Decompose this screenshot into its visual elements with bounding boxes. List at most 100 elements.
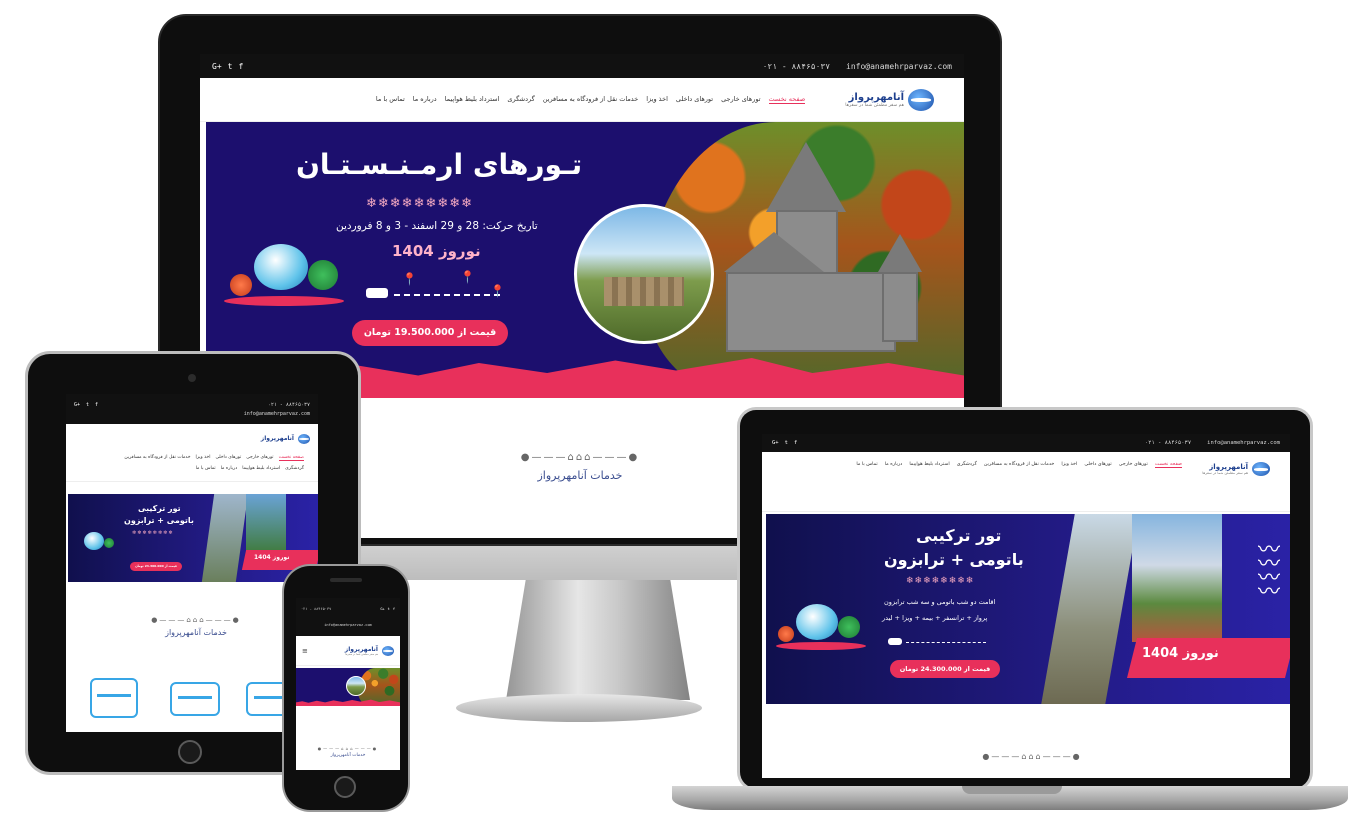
price-button[interactable]: قیمت از 24.300.000 تومان	[130, 562, 182, 571]
facebook-icon[interactable]: f	[794, 440, 797, 446]
map-pin-icon: 📍	[402, 272, 417, 286]
price-button[interactable]: قیمت از 24.300.000 تومان	[890, 660, 1000, 678]
services-title: خدمات آنامهرپرواز	[330, 753, 366, 758]
armenia-tour-banner-phone[interactable]	[296, 668, 400, 706]
mosque-photo	[1132, 514, 1222, 642]
nav-item-contact[interactable]: تماس با ما	[376, 95, 405, 104]
nav-item-visa[interactable]: اخذ ویزا	[646, 95, 668, 104]
nav-item-home[interactable]: صفحه نخست	[1154, 462, 1182, 468]
phone-topbar: ۰۲۱ - ۸۸۴۶۵۰۳۷ G+ t f info@anamehrparvaz…	[296, 598, 400, 636]
nav-item-domestic-tours[interactable]: تورهای داخلی	[676, 95, 713, 104]
imac-topbar: G+ t f ۰۲۱ - ۸۸۴۶۵۰۳۷ info@anamehrparvaz…	[200, 54, 964, 78]
email-address[interactable]: info@anamehrparvaz.com	[244, 411, 310, 417]
map-pin-icon: 📍	[460, 270, 475, 284]
logo-text: آنامهرپرواز	[1209, 463, 1248, 471]
main-nav: صفحه نخست تورهای خارجی تورهای داخلی اخذ …	[104, 455, 304, 471]
banner-title: تـورهای ارمـنـسـتـان	[296, 148, 583, 181]
site-logo[interactable]: آنامهرپرواز	[261, 433, 310, 444]
services-section: ●———⌂⌂⌂———● خدمات آنامهرپرواز	[116, 616, 276, 637]
nav-item-ticket-refund[interactable]: استرداد بلیط هواپیما	[242, 466, 280, 471]
price-button[interactable]: قیمت از 19.500.000 تومان	[352, 320, 508, 346]
google-plus-icon[interactable]: G+	[212, 62, 222, 71]
google-plus-icon[interactable]: G+	[74, 402, 80, 408]
phone-number[interactable]: ۰۲۱ - ۸۸۴۶۵۰۳۷	[301, 607, 331, 611]
tour-route-line	[394, 294, 500, 296]
services-section: ●———⌂⌂⌂———● خدمات آنامهرپرواز	[308, 746, 388, 758]
services-ornament: ●———⌂⌂⌂———●	[317, 746, 379, 751]
logo-tagline: هم سفر مطمئن شما در سفرها	[1202, 471, 1248, 475]
banner-detail-line2: پرواز + ترانسفر + بیمه + ویزا + لیدر	[882, 614, 988, 622]
logo-plane-icon	[1252, 462, 1270, 476]
phone-speaker	[330, 578, 362, 582]
wave-decoration: 〰〰〰〰	[1257, 538, 1280, 605]
nav-item-foreign-tours[interactable]: تورهای خارجی	[246, 455, 273, 461]
facebook-icon[interactable]: f	[238, 62, 243, 71]
services-ornament: ●———⌂⌂⌂———●	[520, 452, 640, 463]
nav-item-airport-transfer[interactable]: خدمات نقل از فرودگاه به مسافرین	[984, 462, 1055, 468]
nav-item-visa[interactable]: اخذ ویزا	[1061, 462, 1077, 468]
banner-detail-line1: اقامت دو شب باتومی و سه شب ترابزون	[884, 598, 996, 606]
menu-toggle-icon[interactable]: ≡	[302, 647, 308, 655]
phone-home-button[interactable]	[334, 776, 356, 798]
services-section: ●———⌂⌂⌂———● خدمات آنامهرپرواز	[450, 452, 710, 482]
logo-text: آنامهرپرواز	[848, 91, 904, 103]
site-logo[interactable]: آنامهرپرواز هم سفر مطمئن شما در سفرها	[845, 88, 934, 111]
nav-item-about[interactable]: درباره ما	[413, 95, 437, 104]
turkey-tour-banner-tablet[interactable]: نوروز 1404 تور ترکیبی باتومی + ترابزون ❄…	[68, 494, 318, 582]
nav-item-tourism[interactable]: گردشگری	[285, 466, 304, 471]
nav-item-ticket-refund[interactable]: استرداد بلیط هواپیما	[445, 95, 500, 104]
nav-item-contact[interactable]: تماس با ما	[196, 466, 216, 471]
haftsin-illustration	[776, 594, 866, 654]
responsive-devices-mockup: G+ t f ۰۲۱ - ۸۸۴۶۵۰۳۷ info@anamehrparvaz…	[0, 0, 1353, 813]
nav-item-contact[interactable]: تماس با ما	[856, 462, 877, 468]
nav-item-about[interactable]: درباره ما	[885, 462, 903, 468]
nav-item-airport-transfer[interactable]: خدمات نقل از فرودگاه به مسافرین	[124, 455, 190, 461]
nav-item-about[interactable]: درباره ما	[221, 466, 238, 471]
laptop-navbar: آنامهرپرواز هم سفر مطمئن شما در سفرها صف…	[762, 452, 1290, 512]
twitter-icon[interactable]: t	[388, 607, 390, 611]
nav-item-visa[interactable]: اخذ ویزا	[196, 455, 211, 461]
nav-item-domestic-tours[interactable]: تورهای داخلی	[216, 455, 242, 461]
nav-item-tourism[interactable]: گردشگری	[957, 462, 977, 468]
nav-item-airport-transfer[interactable]: خدمات نقل از فرودگاه به مسافرین	[543, 95, 639, 104]
nav-item-tourism[interactable]: گردشگری	[507, 95, 534, 104]
nav-item-domestic-tours[interactable]: تورهای داخلی	[1084, 462, 1111, 468]
facebook-icon[interactable]: f	[393, 607, 395, 611]
banner-dates: تاریخ حرکت: 28 و 29 اسفند - 3 و 8 فروردی…	[336, 220, 538, 232]
google-plus-icon[interactable]: G+	[380, 607, 384, 611]
nav-item-foreign-tours[interactable]: تورهای خارجی	[721, 95, 760, 104]
services-ornament: ●———⌂⌂⌂———●	[982, 752, 1082, 761]
twitter-icon[interactable]: t	[228, 62, 233, 71]
banner-flakes: ❄❄❄❄❄❄❄❄❄	[366, 196, 474, 211]
ticket-icon	[170, 682, 220, 716]
facebook-icon[interactable]: f	[95, 402, 98, 408]
twitter-icon[interactable]: t	[86, 402, 89, 408]
services-title: خدمات آنامهرپرواز	[537, 469, 623, 482]
statue-photo	[1041, 514, 1139, 704]
nav-item-ticket-refund[interactable]: استرداد بلیط هواپیما	[909, 462, 949, 468]
tablet-screen: G+ t f ۰۲۱ - ۸۸۴۶۵۰۳۷ info@anamehrparvaz…	[66, 394, 318, 732]
email-address[interactable]: info@anamehrparvaz.com	[324, 623, 372, 627]
turkey-tour-banner[interactable]: 〰〰〰〰 نوروز 1404 تور ترکیبی باتومی + تراب…	[766, 514, 1290, 704]
nav-item-home[interactable]: صفحه نخست	[768, 95, 806, 104]
banner-title-line1: تور ترکیبی	[916, 526, 1002, 545]
suitcase-icon	[90, 678, 138, 718]
phone-navbar: آنامهرپرواز هم سفر مطمئن شما در سفرها ≡	[296, 636, 400, 666]
nav-item-foreign-tours[interactable]: تورهای خارجی	[1119, 462, 1148, 468]
tablet-home-button[interactable]	[178, 740, 202, 764]
phone-number[interactable]: ۰۲۱ - ۸۸۴۶۵۰۳۷	[268, 402, 310, 408]
site-logo[interactable]: آنامهرپرواز هم سفر مطمئن شما در سفرها	[345, 645, 394, 656]
banner-noruz: نوروز 1404	[392, 242, 481, 260]
logo-tagline: هم سفر مطمئن شما در سفرها	[845, 102, 904, 108]
banner-flakes: ❄❄❄❄❄❄❄❄	[906, 576, 975, 586]
haftsin-illustration	[224, 230, 344, 310]
phone-number[interactable]: ۰۲۱ - ۸۸۴۶۵۰۳۷	[763, 62, 830, 71]
email-address[interactable]: info@anamehrparvaz.com	[846, 62, 952, 71]
phone-number[interactable]: ۰۲۱ - ۸۸۴۶۵۰۳۷	[1145, 440, 1191, 446]
site-logo[interactable]: آنامهرپرواز هم سفر مطمئن شما در سفرها	[1202, 462, 1270, 476]
email-address[interactable]: info@anamehrparvaz.com	[1207, 440, 1280, 446]
google-plus-icon[interactable]: G+	[772, 440, 779, 446]
haftsin-illustration	[76, 530, 116, 556]
nav-item-home[interactable]: صفحه نخست	[278, 455, 304, 462]
twitter-icon[interactable]: t	[785, 440, 788, 446]
